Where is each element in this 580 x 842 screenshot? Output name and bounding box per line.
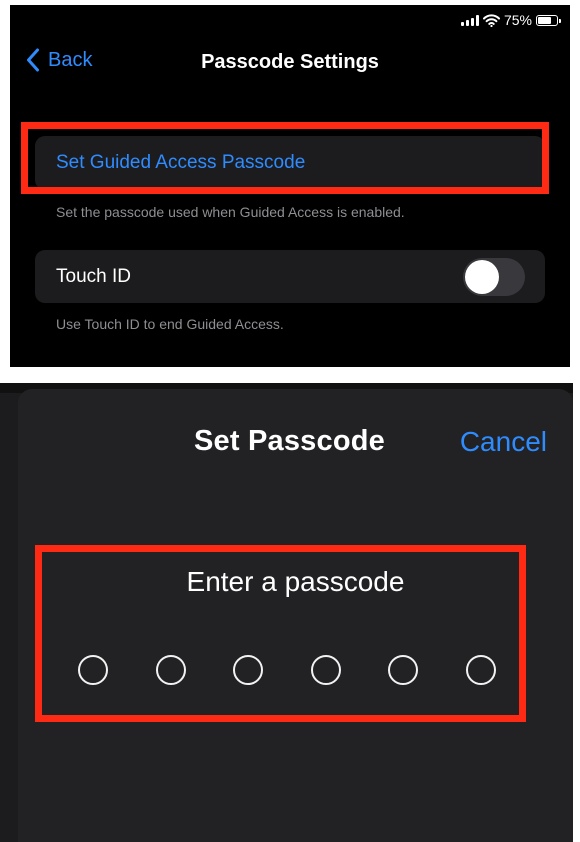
touch-id-footer: Use Touch ID to end Guided Access. (56, 316, 284, 332)
page-title: Passcode Settings (201, 51, 379, 73)
passcode-dot (388, 655, 418, 685)
passcode-dot (466, 655, 496, 685)
touch-id-row: Touch ID (35, 250, 545, 303)
sheet-title: Set Passcode (194, 425, 385, 457)
passcode-dot (311, 655, 341, 685)
navigation-bar: Back Passcode Settings (10, 45, 570, 79)
battery-percentage: 75% (503, 12, 532, 28)
battery-icon (536, 14, 561, 26)
status-bar: 75% (460, 11, 561, 29)
wifi-icon (482, 13, 500, 27)
set-guided-access-passcode-button[interactable]: Set Guided Access Passcode (35, 136, 545, 190)
set-guided-access-passcode-label: Set Guided Access Passcode (56, 152, 306, 173)
toggle-knob (465, 259, 499, 294)
passcode-dot (156, 655, 186, 685)
touch-id-toggle[interactable] (463, 257, 525, 296)
passcode-prompt: Enter a passcode (186, 566, 405, 597)
battery-level (538, 16, 551, 24)
passcode-dot (78, 655, 108, 685)
passcode-dot (233, 655, 263, 685)
cellular-signal-icon (460, 14, 479, 26)
touch-id-label: Touch ID (56, 265, 131, 287)
passcode-dots[interactable] (78, 655, 502, 689)
set-passcode-screen: Set Passcode Cancel Enter a passcode (0, 383, 573, 842)
cancel-button[interactable]: Cancel (460, 426, 547, 458)
set-passcode-sheet: Set Passcode Cancel Enter a passcode (18, 389, 573, 842)
passcode-settings-screen: 75% Back Passcode Settings Set Guided Ac… (10, 5, 570, 367)
guided-passcode-footer: Set the passcode used when Guided Access… (56, 204, 405, 220)
